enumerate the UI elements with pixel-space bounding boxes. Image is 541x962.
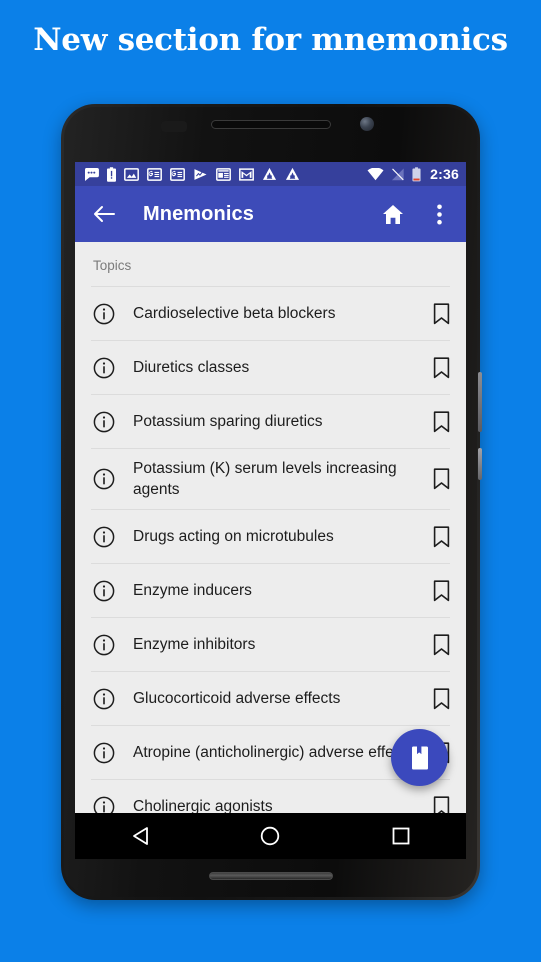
android-navigation-bar xyxy=(75,813,466,859)
back-arrow-icon[interactable] xyxy=(91,201,117,227)
topic-title: Enzyme inducers xyxy=(133,582,252,599)
status-bar-system-icons: 2:36 xyxy=(367,166,459,182)
front-camera xyxy=(360,117,374,131)
info-circle-icon[interactable] xyxy=(93,580,115,602)
overflow-menu-icon[interactable] xyxy=(426,201,452,227)
bookmarked-book-icon xyxy=(411,746,428,769)
info-circle-icon[interactable] xyxy=(93,357,115,379)
battery-low-icon xyxy=(412,166,421,181)
status-bar: 2:36 xyxy=(75,162,466,186)
page-title: Mnemonics xyxy=(143,202,254,225)
topic-title: Drugs acting on microtubules xyxy=(133,528,334,545)
adguard-a-icon xyxy=(262,167,277,180)
table-row[interactable]: Cardioselective beta blockers xyxy=(75,287,466,340)
table-row[interactable]: Potassium (K) serum levels increasing ag… xyxy=(75,449,466,509)
battery-alert-icon xyxy=(107,166,116,182)
bookmark-outline-icon[interactable] xyxy=(433,579,450,602)
table-row[interactable]: Potassium sparing diuretics xyxy=(75,395,466,448)
signal-off-icon xyxy=(392,168,404,180)
status-bar-notification-icons xyxy=(84,166,367,182)
info-circle-icon[interactable] xyxy=(93,688,115,710)
google-news-icon xyxy=(170,167,185,181)
table-row[interactable]: Enzyme inhibitors xyxy=(75,618,466,671)
bookmark-outline-icon[interactable] xyxy=(433,302,450,325)
topic-title: Enzyme inhibitors xyxy=(133,636,256,653)
message-dots-icon xyxy=(84,167,99,181)
nav-home-circle-icon[interactable] xyxy=(249,815,291,857)
app-bar: Mnemonics xyxy=(75,186,466,242)
info-circle-icon[interactable] xyxy=(93,303,115,325)
bookmark-outline-icon[interactable] xyxy=(433,525,450,548)
wifi-icon xyxy=(367,167,384,180)
info-circle-icon[interactable] xyxy=(93,526,115,548)
table-row[interactable]: Enzyme inducers xyxy=(75,564,466,617)
bookmarks-fab[interactable] xyxy=(391,729,448,786)
status-bar-clock: 2:36 xyxy=(430,166,459,182)
proximity-sensor xyxy=(161,121,187,132)
bookmark-outline-icon[interactable] xyxy=(433,410,450,433)
home-icon[interactable] xyxy=(380,201,406,227)
bookmark-outline-icon[interactable] xyxy=(433,356,450,379)
bookmark-outline-icon[interactable] xyxy=(433,687,450,710)
power-button[interactable] xyxy=(478,448,482,480)
phone-device-frame: 2:36 Mnemonics Topics Cardioselective be… xyxy=(61,104,482,900)
info-circle-icon[interactable] xyxy=(93,468,115,490)
bookmark-outline-icon[interactable] xyxy=(433,468,450,490)
topic-title: Glucocorticoid adverse effects xyxy=(133,690,341,707)
info-circle-icon[interactable] xyxy=(93,742,115,764)
topic-title: Potassium sparing diuretics xyxy=(133,413,323,430)
nav-back-triangle-icon[interactable] xyxy=(119,815,161,857)
photo-icon xyxy=(124,167,139,181)
news-card-icon xyxy=(216,167,231,181)
bottom-speaker-grille xyxy=(208,872,333,880)
table-row[interactable]: Cholinergic agonists xyxy=(75,780,466,817)
adguard-a-icon xyxy=(285,167,300,180)
info-circle-icon[interactable] xyxy=(93,411,115,433)
phone-screen: 2:36 Mnemonics Topics Cardioselective be… xyxy=(75,162,466,859)
table-row[interactable]: Drugs acting on microtubules xyxy=(75,510,466,563)
topic-title: Diuretics classes xyxy=(133,359,250,376)
topic-title: Potassium (K) serum levels increasing ag… xyxy=(133,460,397,498)
topic-title: Atropine (anticholinergic) adverse effec… xyxy=(133,744,414,761)
bookmark-outline-icon[interactable] xyxy=(433,633,450,656)
nav-recents-square-icon[interactable] xyxy=(380,815,422,857)
promo-headline: New section for mnemonics xyxy=(33,22,508,58)
gmail-icon xyxy=(239,167,254,181)
table-row[interactable]: Diuretics classes xyxy=(75,341,466,394)
play-triangle-icon xyxy=(194,168,207,180)
table-row[interactable]: Glucocorticoid adverse effects xyxy=(75,672,466,725)
topics-list-container[interactable]: Topics Cardioselective beta blockers Diur… xyxy=(75,242,466,817)
info-circle-icon[interactable] xyxy=(93,634,115,656)
section-header-topics: Topics xyxy=(93,258,132,273)
earpiece-speaker xyxy=(210,120,331,129)
volume-button[interactable] xyxy=(478,372,482,432)
topic-title: Cardioselective beta blockers xyxy=(133,305,336,322)
google-news-icon xyxy=(147,167,162,181)
